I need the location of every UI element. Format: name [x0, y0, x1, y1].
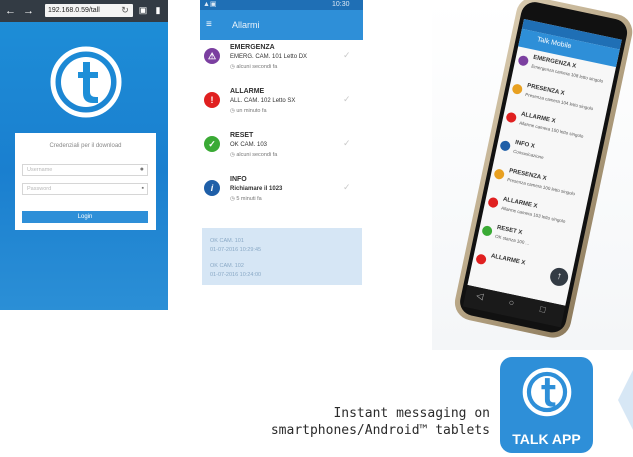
password-field[interactable]: Password ▪: [22, 183, 148, 195]
history-line: 01-07-2016 10:29:45: [210, 247, 262, 253]
lock-icon: ▪: [141, 185, 144, 192]
talk-app-logo: TALK APP: [500, 357, 593, 453]
alarm-title: EMERGENZA: [230, 44, 275, 51]
message-text: Comunicazione: [512, 148, 545, 161]
back-arrow-icon[interactable]: ←: [5, 4, 16, 18]
history-line: OK CAM. 101: [210, 238, 244, 244]
decorative-arrow-icon: [618, 370, 633, 430]
username-placeholder: Username: [27, 167, 53, 173]
alarm-time: ◷ un minuto fa: [230, 108, 267, 114]
hamburger-menu-icon[interactable]: ≡: [206, 19, 212, 31]
username-field[interactable]: Username ●: [22, 164, 148, 176]
alarm-item[interactable]: i INFO Richiamare il 1023 ◷ 5 minuti fa …: [200, 176, 363, 224]
alarm-item[interactable]: ⚠ EMERGENZA EMERG. CAM. 101 Letto DX ◷ a…: [200, 44, 363, 92]
caption-line-2: smartphones/Android™ tablets: [270, 423, 490, 438]
ack-check-icon[interactable]: ✓: [343, 182, 351, 193]
alarm-subtitle: ALL. CAM. 102 Letto SX: [230, 98, 296, 104]
talk-logo-icon: [522, 367, 572, 417]
alarm-title: ALLARME: [230, 88, 265, 95]
nav-back-icon[interactable]: ◁: [475, 290, 485, 302]
phone-message-list: EMERGENZA X Emergenza camera 108 letto s…: [471, 50, 613, 304]
app-title: Allarmi: [232, 20, 260, 30]
status-bar: ▲▣ 10:30: [200, 0, 363, 10]
bookmark-icon[interactable]: ▮: [153, 4, 163, 16]
browser-login-screenshot: ← → 192.168.0.59/tall ↻ ▣ ▮ Credenziali …: [0, 0, 168, 310]
alarm-item[interactable]: ✓ RESET OK CAM. 103 ◷ alcuni secondi fa …: [200, 132, 363, 180]
message-title: INFO X: [514, 139, 536, 150]
login-button[interactable]: Login: [22, 211, 148, 223]
reload-icon[interactable]: ↻: [120, 4, 130, 16]
alarm-time: ◷ alcuni secondi fa: [230, 64, 278, 70]
alarm-title: RESET: [230, 132, 254, 139]
login-card-title: Credenziali per il download: [49, 143, 122, 149]
message-status-icon: [505, 111, 518, 124]
phone-screen: Talk Mobile EMERGENZA X Emergenza camera…: [395, 0, 633, 375]
user-icon: ●: [139, 166, 144, 173]
message-status-icon: [487, 196, 500, 209]
warning-triangle-icon: ⚠: [204, 48, 220, 64]
ack-check-icon[interactable]: ✓: [343, 138, 351, 149]
forward-arrow-icon[interactable]: →: [23, 4, 34, 18]
ack-check-icon[interactable]: ✓: [343, 94, 351, 105]
nav-home-icon[interactable]: ○: [508, 297, 515, 308]
history-line: 01-07-2016 10:24:00: [210, 272, 262, 278]
phone-app-title: Talk Mobile: [536, 36, 572, 51]
exclamation-icon: !: [204, 92, 220, 108]
alarm-subtitle: Richiamare il 1023: [230, 186, 283, 192]
message-status-icon: [511, 83, 524, 96]
alarm-title: INFO: [230, 176, 247, 183]
message-status-icon: [517, 54, 530, 67]
alarm-subtitle: EMERG. CAM. 101 Letto DX: [230, 54, 308, 60]
message-status-icon: [481, 224, 494, 237]
info-icon: i: [204, 180, 220, 196]
message-status-icon: [493, 168, 506, 181]
browser-toolbar: ← → 192.168.0.59/tall ↻ ▣ ▮: [0, 0, 168, 22]
app-bar: ≡ Allarmi: [200, 10, 363, 40]
allarmi-screenshot: ▲▣ 10:30 ≡ Allarmi ⚠ EMERGENZA EMERG. CA…: [200, 0, 363, 310]
alarm-subtitle: OK CAM. 103: [230, 142, 268, 148]
message-status-icon: [475, 253, 488, 266]
nav-recents-icon[interactable]: □: [539, 304, 546, 315]
password-placeholder: Password: [27, 186, 52, 192]
message-text: OK stanza 100 ...: [494, 233, 530, 246]
status-time: 10:30: [332, 1, 350, 8]
alarm-time: ◷ 5 minuti fa: [230, 196, 262, 202]
login-card: Credenziali per il download Username ● P…: [15, 133, 156, 230]
talk-app-label: TALK APP: [512, 431, 581, 447]
alarm-item[interactable]: ! ALLARME ALL. CAM. 102 Letto SX ◷ un mi…: [200, 88, 363, 136]
message-status-icon: [499, 139, 512, 152]
talk-logo-icon: [50, 46, 122, 118]
ack-check-icon[interactable]: ✓: [343, 50, 351, 61]
history-panel: OK CAM. 101 01-07-2016 10:29:45 OK CAM. …: [202, 228, 362, 285]
status-left-icons: ▲▣: [203, 1, 217, 8]
alarm-time: ◷ alcuni secondi fa: [230, 152, 278, 158]
caption-line-1: Instant messaging on: [333, 406, 490, 421]
tabs-icon[interactable]: ▣: [138, 4, 148, 16]
check-icon: ✓: [204, 136, 220, 152]
history-line: OK CAM. 102: [210, 263, 244, 269]
